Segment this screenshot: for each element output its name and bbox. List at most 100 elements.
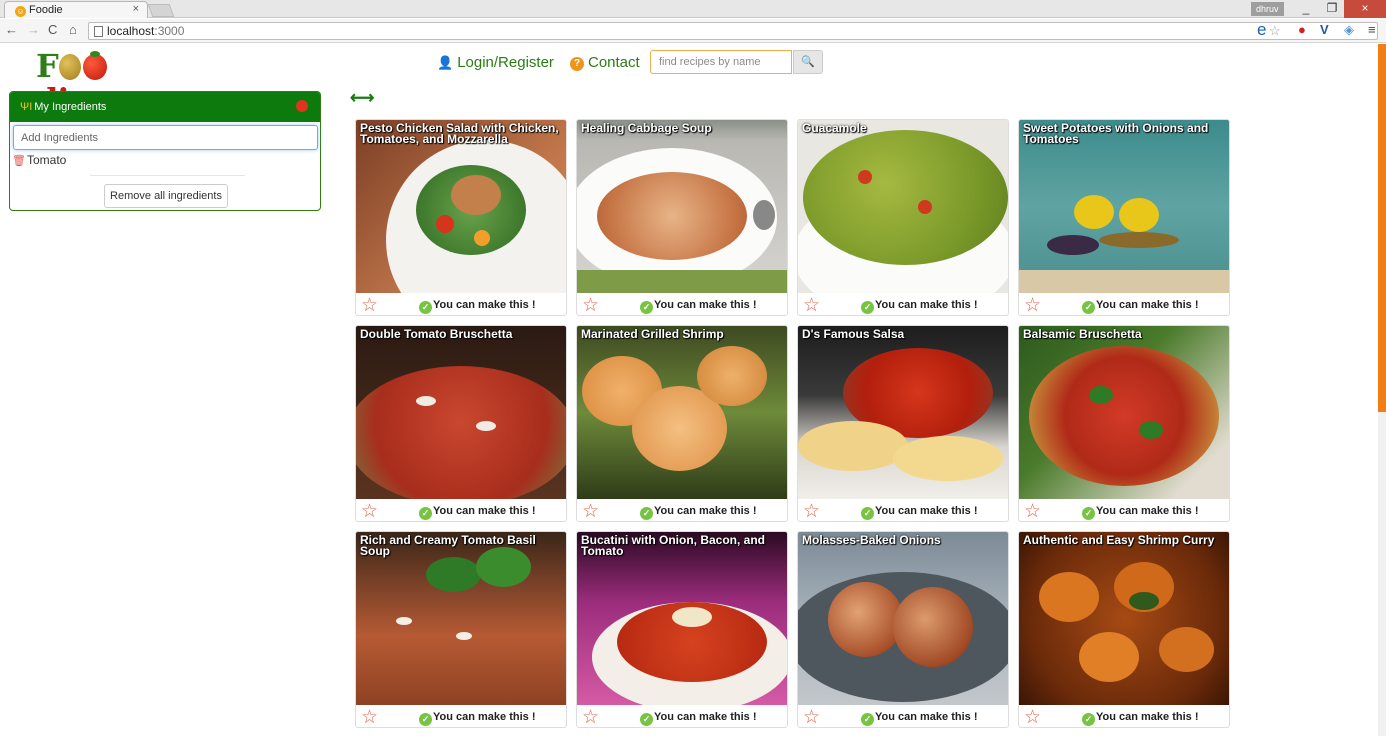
reload-icon[interactable]: C <box>48 22 57 38</box>
contact-link[interactable]: ? Contact <box>570 54 640 72</box>
check-circle-icon: ✓ <box>861 301 874 314</box>
recipe-title[interactable]: Pesto Chicken Salad with Chicken, Tomato… <box>360 122 562 145</box>
favorite-star-icon[interactable]: ☆ <box>582 296 599 315</box>
ingredient-item[interactable]: 🗑Tomato <box>12 153 66 167</box>
can-make-status: ✓ You can make this ! <box>419 710 536 726</box>
tab-close-icon[interactable]: × <box>133 3 139 15</box>
favorite-star-icon[interactable]: ☆ <box>361 502 378 521</box>
user-icon: 👤 <box>437 55 454 70</box>
new-tab-button[interactable] <box>147 4 175 17</box>
fork-knife-icon: ΨΙ <box>20 101 33 113</box>
can-make-label: You can make this ! <box>875 711 978 723</box>
can-make-label: You can make this ! <box>433 711 536 723</box>
can-make-status: ✓ You can make this ! <box>861 710 978 726</box>
scrollbar-thumb[interactable] <box>1378 44 1386 412</box>
browser-tab[interactable]: ☺ Foodie × <box>4 1 148 18</box>
recipe-card[interactable]: Double Tomato Bruschetta ☆ ✓ You can make… <box>355 325 567 522</box>
extension-icon[interactable]: ◈ <box>1344 22 1354 38</box>
favorite-star-icon[interactable]: ☆ <box>1024 708 1041 727</box>
recipe-title[interactable]: Healing Cabbage Soup <box>581 122 783 134</box>
recipe-grid: Pesto Chicken Salad with Chicken, Tomato… <box>355 119 1235 736</box>
check-circle-icon: ✓ <box>419 507 432 520</box>
check-circle-icon: ✓ <box>419 301 432 314</box>
can-make-status: ✓ You can make this ! <box>1082 298 1199 314</box>
bookmark-star-icon[interactable]: ☆ <box>1269 23 1281 39</box>
recipe-title[interactable]: Authentic and Easy Shrimp Curry <box>1023 534 1225 546</box>
recipe-title[interactable]: Marinated Grilled Shrimp <box>581 328 783 340</box>
page-icon <box>94 26 103 37</box>
back-arrow-icon[interactable]: ← <box>5 22 18 38</box>
recipe-card[interactable]: Rich and Creamy Tomato Basil Soup ☆ ✓ You… <box>355 531 567 728</box>
ingredients-panel-header: ΨΙ My Ingredients <box>10 92 320 122</box>
can-make-status: ✓ You can make this ! <box>1082 504 1199 520</box>
ingredients-panel: ΨΙMy Ingredients 🗑Tomato Remove all ingr… <box>9 91 321 211</box>
recipe-card[interactable]: Balsamic Bruschetta ☆ ✓ You can make this… <box>1018 325 1230 522</box>
login-register-link[interactable]: 👤 Login/Register <box>437 54 554 72</box>
favorite-star-icon[interactable]: ☆ <box>361 708 378 727</box>
recipe-title[interactable]: Guacamole <box>802 122 1004 134</box>
recipe-card[interactable]: Authentic and Easy Shrimp Curry ☆ ✓ You c… <box>1018 531 1230 728</box>
recipe-title[interactable]: Bucatini with Onion, Bacon, and Tomato <box>581 534 783 557</box>
forward-arrow-icon[interactable]: → <box>27 22 40 38</box>
can-make-label: You can make this ! <box>654 505 757 517</box>
check-circle-icon: ✓ <box>640 507 653 520</box>
home-icon[interactable]: ⌂ <box>69 22 77 38</box>
recipe-card[interactable]: Marinated Grilled Shrimp ☆ ✓ You can make… <box>576 325 788 522</box>
check-circle-icon: ✓ <box>419 713 432 726</box>
recipe-photo <box>798 120 1008 293</box>
favorite-star-icon[interactable]: ☆ <box>1024 502 1041 521</box>
recipe-card[interactable]: D's Famous Salsa ☆ ✓ You can make this ! <box>797 325 1009 522</box>
recipe-card[interactable]: Pesto Chicken Salad with Chicken, Tomato… <box>355 119 567 316</box>
address-bar[interactable]: localhost:3000 e ☆ <box>88 21 1378 40</box>
check-circle-icon: ✓ <box>640 713 653 726</box>
recipe-card[interactable]: Healing Cabbage Soup ☆ ✓ You can make thi… <box>576 119 788 316</box>
browser-toolbar: ← → C ⌂ localhost:3000 e ☆ ● V ◈ ≡ <box>0 19 1386 43</box>
recipe-title[interactable]: Double Tomato Bruschetta <box>360 328 562 340</box>
recipe-card[interactable]: Sweet Potatoes with Onions and Tomatoes … <box>1018 119 1230 316</box>
recipe-card[interactable]: Molasses-Baked Onions ☆ ✓ You can make th… <box>797 531 1009 728</box>
recipe-photo <box>356 326 566 499</box>
favorite-star-icon[interactable]: ☆ <box>1024 296 1041 315</box>
favorite-star-icon[interactable]: ☆ <box>361 296 378 315</box>
window-maximize-button[interactable]: ❐ <box>1318 0 1346 18</box>
can-make-status: ✓ You can make this ! <box>861 504 978 520</box>
favorite-star-icon[interactable]: ☆ <box>803 296 820 315</box>
logo-potato-icon <box>58 54 81 80</box>
window-close-button[interactable]: × <box>1344 0 1386 18</box>
ie-tab-icon[interactable]: e <box>1257 21 1266 38</box>
v-extension-icon[interactable]: V <box>1320 22 1329 38</box>
window-minimize-button[interactable]: _ <box>1292 0 1320 18</box>
can-make-status: ✓ You can make this ! <box>640 710 757 726</box>
favorite-star-icon[interactable]: ☆ <box>582 502 599 521</box>
recipe-photo <box>1019 326 1229 499</box>
recipe-title[interactable]: Molasses-Baked Onions <box>802 534 1004 546</box>
recipe-title[interactable]: Balsamic Bruschetta <box>1023 328 1225 340</box>
logo-letter-f: F <box>36 47 59 85</box>
foodie-logo[interactable]: Fdip <box>36 47 156 117</box>
check-circle-icon: ✓ <box>1082 301 1095 314</box>
favorite-star-icon[interactable]: ☆ <box>803 708 820 727</box>
profile-badge[interactable]: dhruv <box>1251 2 1284 16</box>
add-ingredient-input[interactable] <box>13 125 318 150</box>
can-make-label: You can make this ! <box>433 299 536 311</box>
expand-horizontal-icon[interactable]: ⟷ <box>350 88 374 108</box>
recipe-search-input[interactable] <box>650 50 792 74</box>
search-button[interactable]: 🔍 <box>793 50 823 74</box>
can-make-status: ✓ You can make this ! <box>640 504 757 520</box>
settings-icon[interactable] <box>296 100 308 112</box>
trash-icon[interactable]: 🗑 <box>12 155 26 167</box>
recipe-card[interactable]: Bucatini with Onion, Bacon, and Tomato ☆… <box>576 531 788 728</box>
menu-icon[interactable]: ≡ <box>1368 22 1376 38</box>
remove-all-ingredients-button[interactable]: Remove all ingredients <box>104 184 228 208</box>
recipe-title[interactable]: D's Famous Salsa <box>802 328 1004 340</box>
check-circle-icon: ✓ <box>1082 713 1095 726</box>
ingredients-panel-title: My Ingredients <box>34 101 107 113</box>
recipe-card[interactable]: Guacamole ☆ ✓ You can make this ! <box>797 119 1009 316</box>
recipe-title[interactable]: Sweet Potatoes with Onions and Tomatoes <box>1023 122 1225 145</box>
recipe-title[interactable]: Rich and Creamy Tomato Basil Soup <box>360 534 562 557</box>
favicon-icon: ☺ <box>15 6 26 17</box>
favorite-star-icon[interactable]: ☆ <box>803 502 820 521</box>
recipe-photo <box>577 326 787 499</box>
opera-extension-icon[interactable]: ● <box>1298 22 1306 38</box>
favorite-star-icon[interactable]: ☆ <box>582 708 599 727</box>
